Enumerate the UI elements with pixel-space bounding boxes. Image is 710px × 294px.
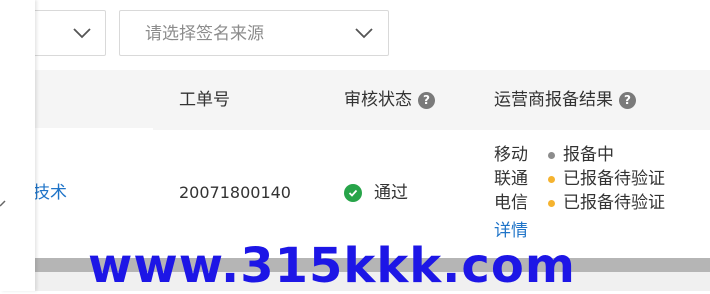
watermark-text: www.315kkk.com [88, 238, 576, 294]
signature-name-link[interactable]: 技术 [33, 181, 67, 205]
signature-source-select[interactable]: 请选择签名来源 [119, 10, 389, 56]
carrier-status: 报备中 [563, 145, 614, 165]
order-number: 20071800140 [179, 183, 291, 202]
carrier-item: 电信 已报备待验证 [494, 191, 665, 215]
help-icon[interactable]: ? [418, 91, 435, 109]
audit-status: 通过 [344, 181, 408, 205]
help-icon[interactable]: ? [619, 91, 636, 109]
left-panel-edge [0, 0, 35, 291]
carrier-item: 移动 报备中 [494, 143, 665, 167]
carrier-status: 已报备待验证 [563, 169, 665, 189]
signature-source-placeholder: 请选择签名来源 [145, 24, 264, 44]
status-dot [548, 175, 555, 183]
status-dot [548, 199, 555, 207]
first-filter-select[interactable] [33, 10, 106, 56]
carrier-result-list: 移动 报备中 联通 已报备待验证 电信 已报备待验证 [494, 143, 665, 215]
carrier-name: 联通 [494, 169, 528, 189]
check-circle-icon [344, 184, 362, 202]
carrier-name: 移动 [494, 145, 528, 165]
header-carrier-result: 运营商报备结果 ? [494, 88, 636, 112]
caret-icon [0, 200, 6, 207]
status-dot [548, 151, 555, 159]
header-order-no: 工单号 [179, 90, 230, 110]
carrier-name: 电信 [494, 193, 528, 213]
filter-row: 请选择签名来源 [33, 0, 710, 70]
audit-status-text: 通过 [374, 183, 408, 203]
header-audit-status: 审核状态 ? [344, 88, 435, 112]
carrier-item: 联通 已报备待验证 [494, 167, 665, 191]
chevron-down-icon [73, 28, 91, 39]
carrier-status: 已报备待验证 [563, 193, 665, 213]
chevron-down-icon [355, 28, 373, 39]
table-header: 工单号 审核状态 ? 运营商报备结果 ? [35, 70, 710, 130]
